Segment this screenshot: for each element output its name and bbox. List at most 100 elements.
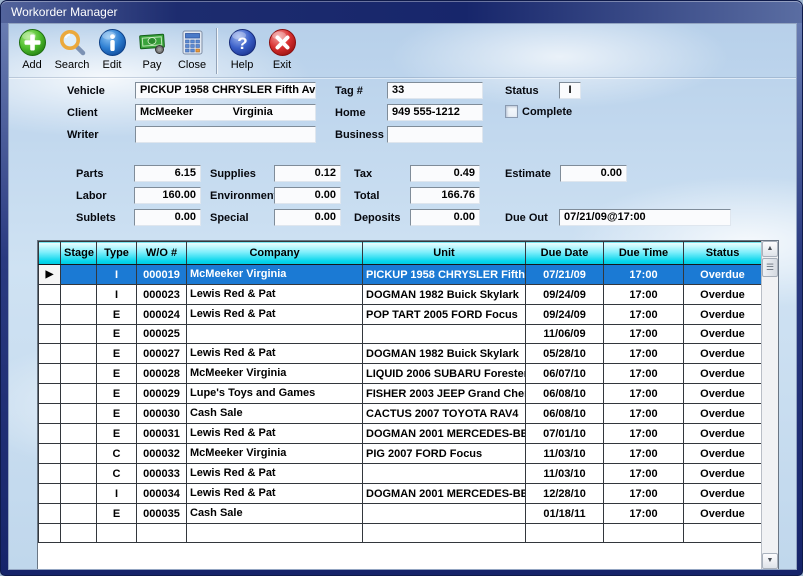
row-selector[interactable] xyxy=(39,384,61,404)
cell-wo[interactable]: 000019 xyxy=(137,265,187,285)
scroll-thumb[interactable]: ☰ xyxy=(762,258,778,277)
cell-stage[interactable] xyxy=(61,305,97,325)
cell-unit[interactable] xyxy=(363,524,526,543)
cell-wo[interactable]: 000035 xyxy=(137,504,187,524)
cell-status[interactable]: Overdue xyxy=(684,404,762,424)
row-selector[interactable] xyxy=(39,464,61,484)
cell-type[interactable]: E xyxy=(97,424,137,444)
cell-company[interactable]: McMeeker Virginia xyxy=(187,265,363,285)
row-selector[interactable] xyxy=(39,325,61,344)
cell-due-date[interactable]: 09/24/09 xyxy=(526,305,604,325)
cell-status[interactable]: Overdue xyxy=(684,305,762,325)
cell-type[interactable]: I xyxy=(97,285,137,305)
cell-due-date[interactable] xyxy=(526,524,604,543)
cell-due-time[interactable]: 17:00 xyxy=(604,305,684,325)
cell-unit[interactable]: CACTUS 2007 TOYOTA RAV4 xyxy=(363,404,526,424)
cell-due-date[interactable]: 05/28/10 xyxy=(526,344,604,364)
cell-due-date[interactable]: 09/24/09 xyxy=(526,285,604,305)
cell-status[interactable]: Overdue xyxy=(684,424,762,444)
cell-stage[interactable] xyxy=(61,285,97,305)
cell-due-time[interactable]: 17:00 xyxy=(604,325,684,344)
cell-due-time[interactable]: 17:00 xyxy=(604,484,684,504)
cell-type[interactable] xyxy=(97,524,137,543)
table-row[interactable] xyxy=(39,524,762,543)
cell-due-time[interactable]: 17:00 xyxy=(604,384,684,404)
cell-unit[interactable]: DOGMAN 2001 MERCEDES-BENZ xyxy=(363,484,526,504)
cell-type[interactable]: I xyxy=(97,265,137,285)
table-row[interactable]: E 000028 McMeeker Virginia LIQUID 2006 S… xyxy=(39,364,762,384)
cell-unit[interactable]: DOGMAN 2001 MERCEDES-BENZ xyxy=(363,424,526,444)
business-field[interactable] xyxy=(387,126,483,143)
home-field[interactable]: 949 555-1212 xyxy=(387,104,483,121)
cell-due-date[interactable]: 11/06/09 xyxy=(526,325,604,344)
cell-wo[interactable]: 000033 xyxy=(137,464,187,484)
tax-field[interactable]: 0.49 xyxy=(410,165,480,182)
table-row[interactable]: E 000027 Lewis Red & Pat DOGMAN 1982 Bui… xyxy=(39,344,762,364)
cell-wo[interactable]: 000030 xyxy=(137,404,187,424)
exit-button[interactable]: Exit xyxy=(262,27,302,75)
status-field[interactable]: I xyxy=(559,82,581,99)
close-button[interactable]: Close xyxy=(172,27,212,75)
cell-type[interactable]: C xyxy=(97,464,137,484)
cell-type[interactable]: I xyxy=(97,484,137,504)
cell-wo[interactable]: 000025 xyxy=(137,325,187,344)
row-selector[interactable] xyxy=(39,504,61,524)
title-bar[interactable]: Workorder Manager xyxy=(1,1,802,23)
table-row[interactable]: C 000033 Lewis Red & Pat 11/03/10 17:00 … xyxy=(39,464,762,484)
cell-unit[interactable]: PIG 2007 FORD Focus xyxy=(363,444,526,464)
cell-company[interactable]: McMeeker Virginia xyxy=(187,364,363,384)
cell-company[interactable]: McMeeker Virginia xyxy=(187,444,363,464)
cell-wo[interactable]: 000024 xyxy=(137,305,187,325)
cell-due-time[interactable]: 17:00 xyxy=(604,364,684,384)
cell-due-time[interactable]: 17:00 xyxy=(604,285,684,305)
cell-stage[interactable] xyxy=(61,384,97,404)
cell-unit[interactable]: PICKUP 1958 CHRYSLER Fifth Av xyxy=(363,265,526,285)
complete-checkbox[interactable] xyxy=(505,105,518,118)
add-button[interactable]: Add xyxy=(12,27,52,75)
scroll-down-button[interactable]: ▼ xyxy=(762,553,778,569)
cell-status[interactable]: Overdue xyxy=(684,464,762,484)
cell-company[interactable]: Lupe's Toys and Games xyxy=(187,384,363,404)
environment-field[interactable]: 0.00 xyxy=(274,187,341,204)
cell-wo[interactable]: 000029 xyxy=(137,384,187,404)
parts-field[interactable]: 6.15 xyxy=(134,165,201,182)
cell-stage[interactable] xyxy=(61,344,97,364)
labor-field[interactable]: 160.00 xyxy=(134,187,201,204)
sublets-field[interactable]: 0.00 xyxy=(134,209,201,226)
table-row[interactable]: E 000025 11/06/09 17:00 Overdue xyxy=(39,325,762,344)
cell-due-time[interactable]: 17:00 xyxy=(604,265,684,285)
cell-status[interactable]: Overdue xyxy=(684,444,762,464)
cell-status[interactable]: Overdue xyxy=(684,325,762,344)
cell-unit[interactable] xyxy=(363,464,526,484)
cell-company[interactable]: Lewis Red & Pat xyxy=(187,424,363,444)
vehicle-field[interactable]: PICKUP 1958 CHRYSLER Fifth Avenue xyxy=(135,82,316,99)
row-selector[interactable]: ▶ xyxy=(39,265,61,285)
cell-unit[interactable]: POP TART 2005 FORD Focus xyxy=(363,305,526,325)
due-out-field[interactable]: 07/21/09@17:00 xyxy=(559,209,731,226)
row-selector[interactable] xyxy=(39,364,61,384)
column-header-type[interactable]: Type xyxy=(97,242,137,265)
estimate-field[interactable]: 0.00 xyxy=(560,165,627,182)
column-header-due-time[interactable]: Due Time xyxy=(604,242,684,265)
cell-status[interactable]: Overdue xyxy=(684,344,762,364)
tag-field[interactable]: 33 xyxy=(387,82,483,99)
cell-company[interactable] xyxy=(187,524,363,543)
cell-due-date[interactable]: 07/01/10 xyxy=(526,424,604,444)
cell-stage[interactable] xyxy=(61,325,97,344)
row-selector[interactable] xyxy=(39,285,61,305)
cell-due-date[interactable]: 07/21/09 xyxy=(526,265,604,285)
cell-type[interactable]: E xyxy=(97,504,137,524)
table-row[interactable]: E 000029 Lupe's Toys and Games FISHER 20… xyxy=(39,384,762,404)
cell-type[interactable]: E xyxy=(97,305,137,325)
special-field[interactable]: 0.00 xyxy=(274,209,341,226)
cell-company[interactable]: Cash Sale xyxy=(187,504,363,524)
column-header-stage[interactable]: Stage xyxy=(61,242,97,265)
cell-unit[interactable] xyxy=(363,325,526,344)
cell-wo[interactable]: 000032 xyxy=(137,444,187,464)
cell-stage[interactable] xyxy=(61,524,97,543)
row-selector[interactable] xyxy=(39,404,61,424)
deposits-field[interactable]: 0.00 xyxy=(410,209,480,226)
row-selector[interactable] xyxy=(39,524,61,543)
cell-due-time[interactable] xyxy=(604,524,684,543)
cell-stage[interactable] xyxy=(61,364,97,384)
